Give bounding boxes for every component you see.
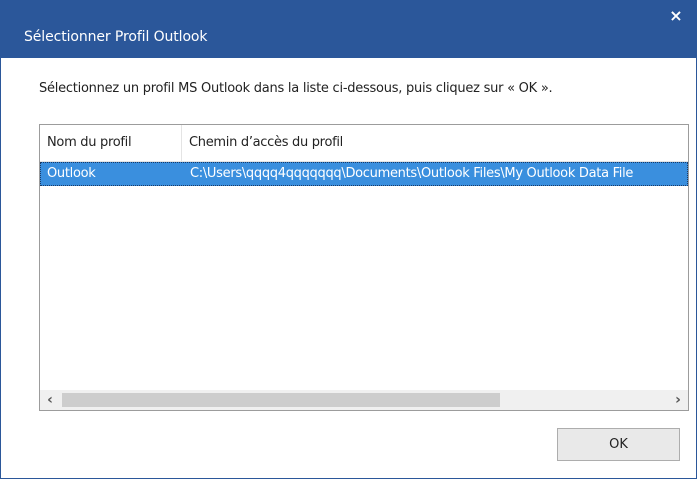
- profile-name-cell: Outlook: [47, 166, 96, 181]
- instruction-text: Sélectionnez un profil MS Outlook dans l…: [39, 81, 553, 96]
- close-icon[interactable]: ×: [662, 2, 690, 30]
- table-row[interactable]: Outlook C:\Users\qqqq4qqqqqqq\Documents\…: [40, 162, 688, 186]
- scrollbar-thumb[interactable]: [62, 393, 500, 407]
- dialog-title: Sélectionner Profil Outlook: [24, 29, 208, 45]
- select-profile-dialog: Sélectionner Profil Outlook × Sélectionn…: [0, 0, 697, 479]
- profile-path-cell: C:\Users\qqqq4qqqqqqq\Documents\Outlook …: [190, 166, 634, 181]
- profile-list[interactable]: Nom du profil Chemin d’accès du profil O…: [39, 124, 689, 411]
- column-header-profile-path[interactable]: Chemin d’accès du profil: [182, 125, 688, 161]
- column-header-profile-name[interactable]: Nom du profil: [40, 125, 182, 161]
- scroll-left-icon[interactable]: ‹: [40, 390, 60, 410]
- scroll-right-icon[interactable]: ›: [668, 390, 688, 410]
- list-header: Nom du profil Chemin d’accès du profil: [40, 125, 688, 162]
- ok-button[interactable]: OK: [557, 428, 680, 461]
- title-bar: Sélectionner Profil Outlook ×: [1, 0, 696, 58]
- horizontal-scrollbar[interactable]: ‹ ›: [40, 390, 688, 410]
